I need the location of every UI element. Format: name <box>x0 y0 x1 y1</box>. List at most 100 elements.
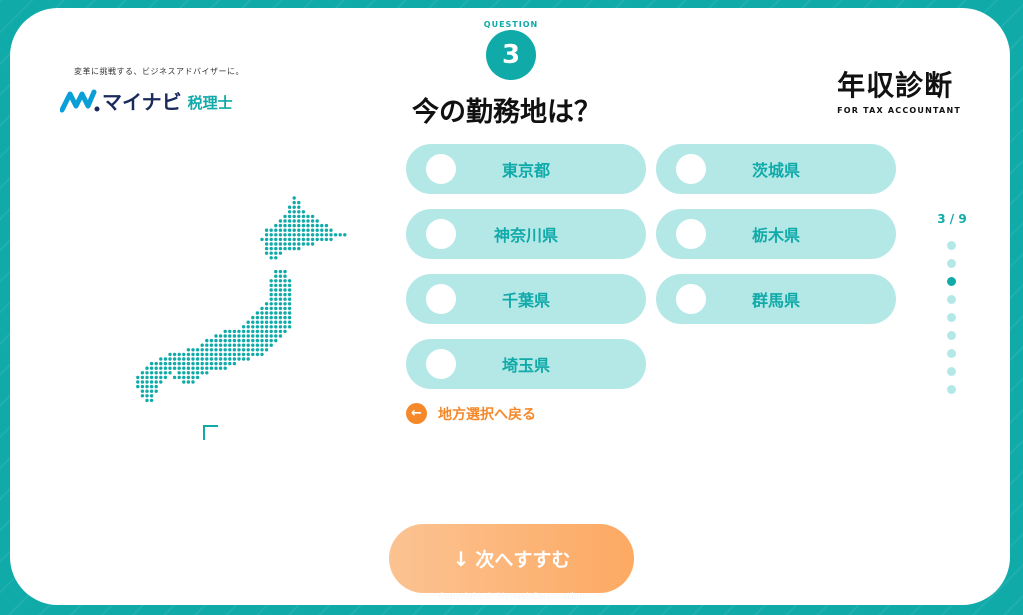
map-dot <box>214 366 218 370</box>
map-dot <box>297 205 301 209</box>
progress-dot <box>947 349 956 358</box>
map-dot <box>177 352 181 357</box>
map-dot <box>246 334 250 338</box>
back-to-region-link[interactable]: ← 地方選択へ戻る <box>406 403 536 424</box>
map-dot <box>283 269 287 274</box>
map-dot <box>315 237 319 242</box>
map-dot <box>264 306 269 311</box>
map-dot <box>283 288 287 292</box>
map-dot <box>269 325 273 329</box>
radio-circle[interactable] <box>676 284 706 314</box>
map-dot <box>269 279 273 283</box>
map-dot <box>251 352 255 357</box>
map-dot <box>200 357 204 361</box>
progress-dot <box>947 295 956 304</box>
map-dot <box>274 297 278 301</box>
map-dot <box>320 228 324 232</box>
map-dot <box>283 329 287 334</box>
option-ibaraki[interactable]: 茨城県 <box>656 144 896 194</box>
map-dot <box>278 325 283 329</box>
radio-circle[interactable] <box>676 154 706 184</box>
map-dot <box>251 334 255 338</box>
map-dot <box>205 357 209 361</box>
map-dot <box>159 380 163 384</box>
map-dot <box>260 325 264 329</box>
map-dot <box>297 223 301 228</box>
map-dot <box>283 279 287 283</box>
map-dot <box>278 302 283 306</box>
radio-circle[interactable] <box>426 284 456 314</box>
map-dot <box>292 242 296 246</box>
radio-circle[interactable] <box>426 219 456 249</box>
map-dot <box>283 320 287 324</box>
map-dot <box>283 214 287 219</box>
map-dot <box>145 366 149 370</box>
mynavi-logo[interactable]: マイナビ 税理士 <box>60 86 233 115</box>
map-dot <box>232 352 237 357</box>
map-dot <box>195 375 200 380</box>
question-label: QUESTION <box>483 20 539 29</box>
map-dot <box>274 256 278 260</box>
map-dot <box>255 325 260 329</box>
map-dot <box>269 297 273 301</box>
map-dot <box>237 343 241 347</box>
map-dot <box>163 361 168 366</box>
map-dot <box>186 380 191 384</box>
option-gunma[interactable]: 群馬県 <box>656 274 896 324</box>
map-dot <box>274 325 278 329</box>
map-dot <box>145 371 149 375</box>
map-dot <box>278 246 283 251</box>
radio-circle[interactable] <box>426 154 456 184</box>
map-dot <box>218 357 223 361</box>
map-dot <box>264 343 269 347</box>
map-dot <box>140 389 145 393</box>
map-dot <box>283 219 287 223</box>
map-dot <box>223 348 227 352</box>
map-dot <box>333 233 338 237</box>
map-dot <box>264 228 269 232</box>
map-dot <box>269 320 273 324</box>
map-dot <box>149 384 154 389</box>
map-dot <box>172 352 177 357</box>
map-dot <box>278 288 283 292</box>
arrow-left-icon: ← <box>406 403 427 424</box>
radio-circle[interactable] <box>676 219 706 249</box>
option-chiba[interactable]: 千葉県 <box>406 274 646 324</box>
map-dot <box>269 338 273 343</box>
map-dot <box>264 251 269 255</box>
map-dot <box>278 306 283 311</box>
map-dot <box>297 200 301 205</box>
map-dot <box>228 334 232 338</box>
map-dot <box>168 352 172 357</box>
map-dot <box>287 297 292 301</box>
map-dot <box>315 219 319 223</box>
map-dot <box>306 237 310 242</box>
option-kanagawa[interactable]: 神奈川県 <box>406 209 646 259</box>
map-dot <box>269 315 273 320</box>
option-tokyo[interactable]: 東京都 <box>406 144 646 194</box>
map-dot <box>274 242 278 246</box>
next-button[interactable]: ↓ 次へすすむ <box>389 524 634 593</box>
option-saitama[interactable]: 埼玉県 <box>406 339 646 389</box>
map-dot <box>329 233 333 237</box>
map-dot <box>255 329 260 334</box>
map-dot <box>269 288 273 292</box>
map-dot <box>310 219 315 223</box>
map-dot <box>241 357 246 361</box>
map-dot <box>301 223 306 228</box>
back-link-label: 地方選択へ戻る <box>438 406 536 423</box>
map-dot <box>301 210 306 214</box>
option-tochigi[interactable]: 栃木県 <box>656 209 896 259</box>
map-dot <box>149 361 154 366</box>
map-dot <box>269 292 273 297</box>
map-dot <box>218 343 223 347</box>
map-dot <box>246 357 250 361</box>
map-dot <box>274 283 278 288</box>
map-dot <box>205 343 209 347</box>
map-dot <box>306 228 310 232</box>
map-dot <box>278 223 283 228</box>
map-dot <box>274 233 278 237</box>
map-dot <box>269 329 273 334</box>
map-dot <box>278 269 283 274</box>
radio-circle[interactable] <box>426 349 456 379</box>
